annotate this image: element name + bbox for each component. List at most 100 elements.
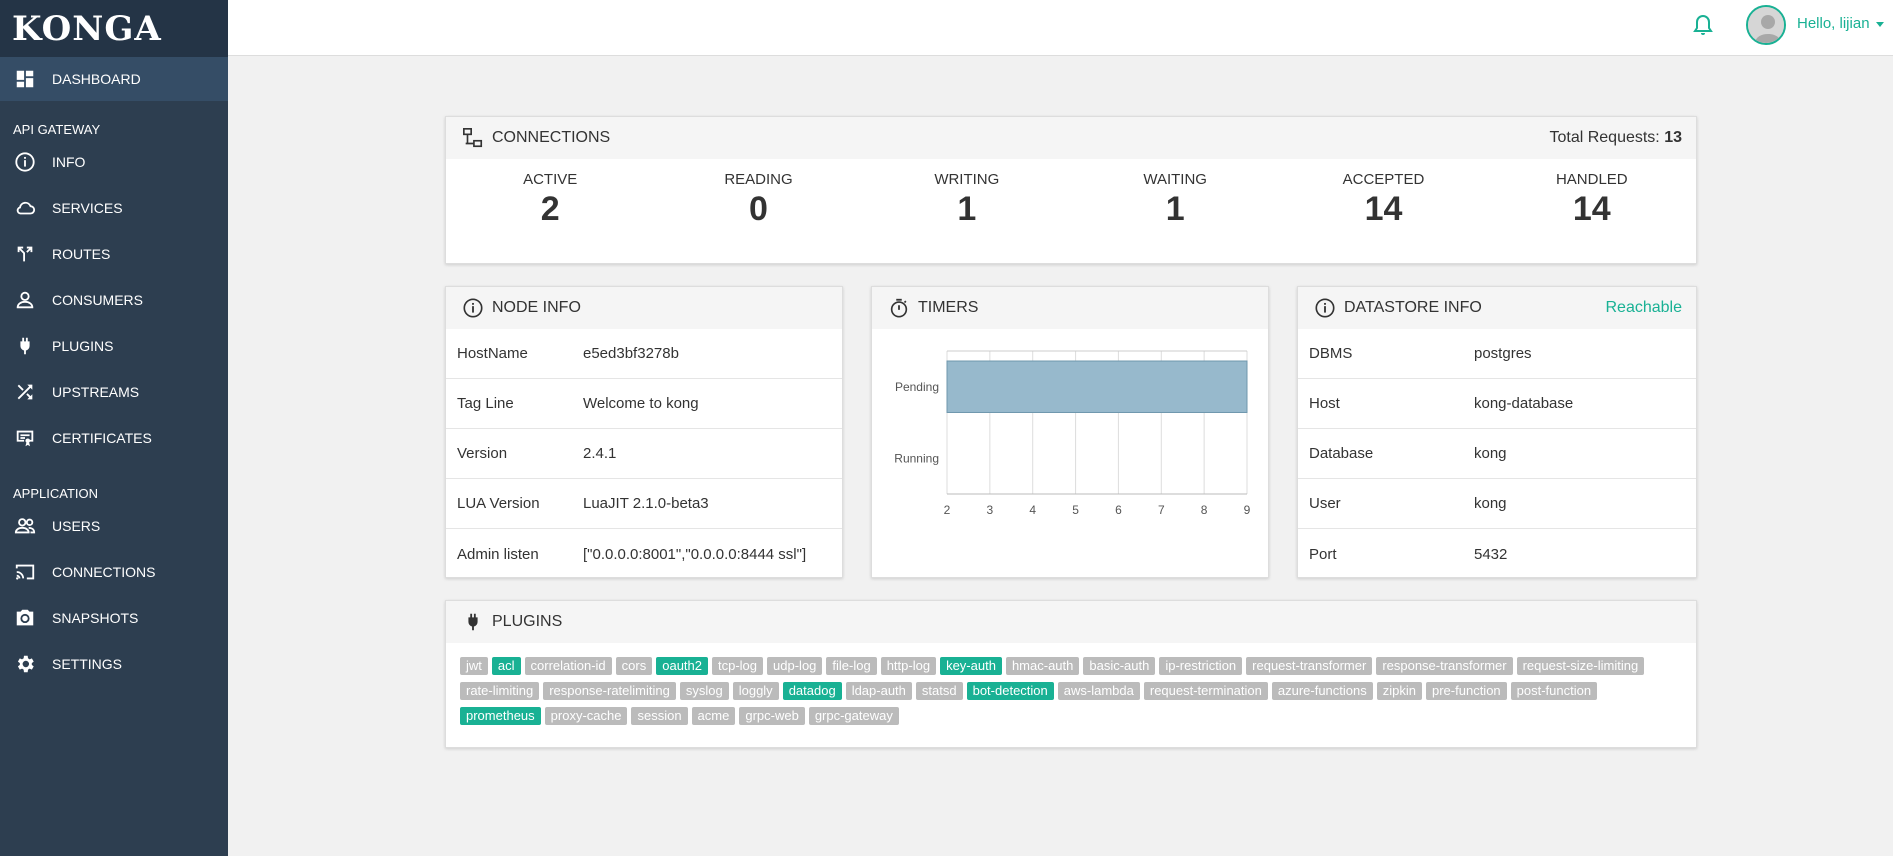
stat-value: 1 [957, 190, 977, 228]
row-value: ["0.0.0.0:8001","0.0.0.0:8444 ssl"] [583, 545, 807, 563]
shuffle-icon [17, 384, 33, 400]
datastore-status: Reachable [1605, 299, 1683, 316]
node-info-row: LUA Version LuaJIT 2.1.0-beta3 [446, 479, 842, 529]
plugin-tag-request-size-limiting: request-size-limiting [1516, 657, 1645, 675]
nav-users[interactable]: USERS [0, 503, 228, 549]
total-requests-value: 13 [1664, 129, 1682, 146]
datastore-row: User kong [1298, 479, 1696, 529]
plugin-tag-azure-functions: azure-functions [1271, 682, 1373, 700]
stat-handled: HANDLED 14 [1488, 171, 1696, 229]
stat-label: HANDLED [1555, 171, 1628, 188]
node-info-title: NODE INFO [492, 299, 581, 316]
row-value: kong [1474, 495, 1507, 512]
stat-value: 1 [1165, 190, 1185, 228]
x-tick-label: 3 [987, 503, 994, 517]
stat-reading: READING 0 [654, 171, 862, 229]
nav-certificates[interactable]: CERTIFICATES [0, 415, 228, 461]
datastore-row: DBMS postgres [1298, 329, 1696, 379]
plugin-tag-ip-restriction: ip-restriction [1159, 657, 1243, 675]
datastore-title: DATASTORE INFO [1344, 299, 1482, 316]
stat-label: ACTIVE [523, 171, 578, 188]
nav-upstreams[interactable]: UPSTREAMS [0, 369, 228, 415]
node-info-row: Admin listen ["0.0.0.0:8001","0.0.0.0:844… [446, 529, 842, 579]
plugin-tag-grpc-gateway: grpc-gateway [808, 707, 899, 725]
top-bar [228, 0, 1893, 56]
datastore-row: Database kong [1298, 429, 1696, 479]
stat-active: ACTIVE 2 [446, 171, 654, 229]
plugin-tag-hmac-auth: hmac-auth [1005, 657, 1080, 675]
nav-consumers-label: CONSUMERS [52, 292, 144, 308]
nav-dashboard[interactable]: DASHBOARD [0, 57, 228, 101]
nav-settings[interactable]: SETTINGS [0, 641, 228, 687]
nav-certificates-label: CERTIFICATES [52, 430, 152, 446]
row-value: kong-database [1474, 395, 1574, 412]
nav-services[interactable]: SERVICES [0, 185, 228, 231]
plugin-tag-acme: acme [691, 707, 736, 725]
x-tick-label: 8 [1201, 503, 1208, 517]
row-key: HostName [457, 345, 528, 362]
plugin-tag-pre-function: pre-function [1426, 682, 1507, 700]
nav-plugins-label: PLUGINS [52, 338, 114, 354]
row-key: Version [457, 445, 508, 462]
node-info-row: Tag Line Welcome to kong [446, 379, 842, 429]
plugin-tag-http-log: http-log [880, 657, 937, 675]
logo[interactable]: KONGA [0, 0, 228, 57]
connection-stats: ACTIVE 2 READING 0 WRITING 1 WAITING 1 ACCEP… [446, 159, 1696, 229]
row-value: postgres [1474, 345, 1532, 362]
row-key: User [1309, 495, 1341, 512]
plugin-tag-cors: cors [615, 657, 653, 675]
plugin-tag-statsd: statsd [915, 682, 963, 700]
plugin-tag-correlation-id: correlation-id [524, 657, 612, 675]
total-requests: Total Requests: 13 [1549, 129, 1682, 147]
timers-header: TIMERS [872, 287, 1268, 329]
info-icon [1315, 298, 1335, 318]
x-tick-label: 6 [1115, 503, 1122, 517]
nav-settings-label: SETTINGS [52, 656, 123, 672]
nav-dashboard-label: DASHBOARD [52, 71, 141, 87]
bar-pending [946, 360, 1248, 413]
row-value: Welcome to kong [583, 395, 699, 412]
nav-plugins[interactable]: PLUGINS [0, 323, 228, 369]
plugin-tag-response-ratelimiting: response-ratelimiting [543, 682, 676, 700]
y-category-label: Running [894, 451, 939, 465]
sidebar: KONGA DASHBOARD API GATEWAY INFO SERVICE… [0, 0, 228, 856]
plugin-tag-proxy-cache: proxy-cache [544, 707, 628, 725]
user-menu[interactable]: Hello, lijian [1797, 15, 1884, 32]
bell-icon[interactable] [1691, 13, 1715, 39]
plugin-tag-syslog: syslog [679, 682, 729, 700]
plug-icon [468, 613, 478, 631]
stat-label: READING [724, 171, 793, 188]
row-key: Host [1309, 395, 1340, 412]
plugin-tag-loggly: loggly [732, 682, 779, 700]
connections-header: CONNECTIONS Total Requests: 13 [446, 117, 1696, 159]
plugin-tag-zipkin: zipkin [1376, 682, 1422, 700]
nav-consumers[interactable]: CONSUMERS [0, 277, 228, 323]
node-info-header: NODE INFO [446, 287, 842, 329]
nav-routes[interactable]: ROUTES [0, 231, 228, 277]
info-icon [463, 298, 483, 318]
connections-panel: CONNECTIONS Total Requests: 13 ACTIVE 2 R… [445, 116, 1697, 264]
timers-title: TIMERS [918, 299, 979, 316]
plug-icon [20, 337, 30, 355]
user-greeting: Hello, lijian [1797, 15, 1870, 32]
nav-snapshots[interactable]: SNAPSHOTS [0, 595, 228, 641]
caret-down-icon [1875, 21, 1884, 27]
routes-icon [17, 246, 33, 262]
timers-chart: 2 3 4 5 6 7 8 9 Pending Running [894, 350, 1251, 517]
stat-label: WAITING [1143, 171, 1207, 188]
plugin-tag-grpc-web: grpc-web [739, 707, 805, 725]
row-value: e5ed3bf3278b [583, 345, 679, 362]
nav-services-label: SERVICES [52, 200, 123, 216]
stopwatch-icon [890, 298, 908, 318]
avatar[interactable] [1746, 5, 1786, 45]
total-requests-label: Total Requests: [1549, 129, 1660, 146]
gear-icon [17, 655, 34, 673]
nav-connections[interactable]: CONNECTIONS [0, 549, 228, 595]
nav-info[interactable]: INFO [0, 139, 228, 185]
user-icon [16, 291, 34, 309]
node-info-row: HostName e5ed3bf3278b [446, 329, 842, 379]
nav-connections-label: CONNECTIONS [52, 564, 156, 580]
info-icon [15, 152, 35, 172]
x-tick-label: 9 [1244, 503, 1251, 517]
row-key: Tag Line [457, 395, 514, 412]
